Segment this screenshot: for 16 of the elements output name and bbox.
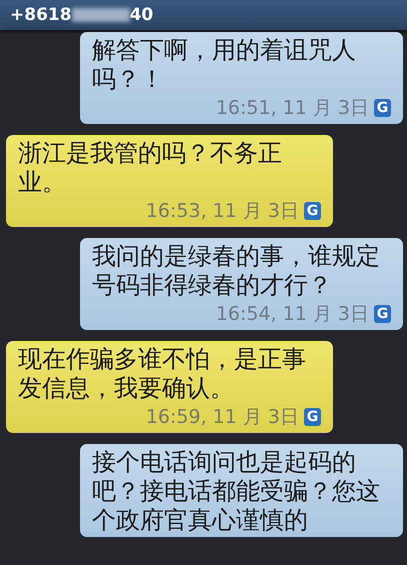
phone-number: +8618 [10,5,72,25]
message-text: 我问的是绿春的事，谁规定号码非得绿春的才行？ [92,242,380,300]
message-text: 接个电话询问也是起码的吧？接电话都能受骗？您这个政府官真心谨慎的 [92,448,380,535]
g-badge-icon: G [374,99,391,117]
blurred-area [72,8,130,22]
message-text: 解答下啊，用的着诅咒人吗？！ [92,36,357,94]
message-time: 16:54, 11 月 3日 [216,302,369,327]
g-badge-icon: G [304,408,321,426]
g-badge-icon: G [374,305,391,323]
message-text: 现在作骗多谁不怕，是正事发信息，我要确认。 [18,345,306,403]
phone-number: 40 [130,5,154,25]
message-time: 16:53, 11 月 3日 [146,199,299,224]
message-time: 16:59, 11 月 3日 [146,405,299,430]
message-time: 16:51, 11 月 3日 [216,96,369,121]
g-badge-icon: G [304,202,321,220]
message-text: 浙江是我管的吗？不务正业。 [18,139,283,197]
